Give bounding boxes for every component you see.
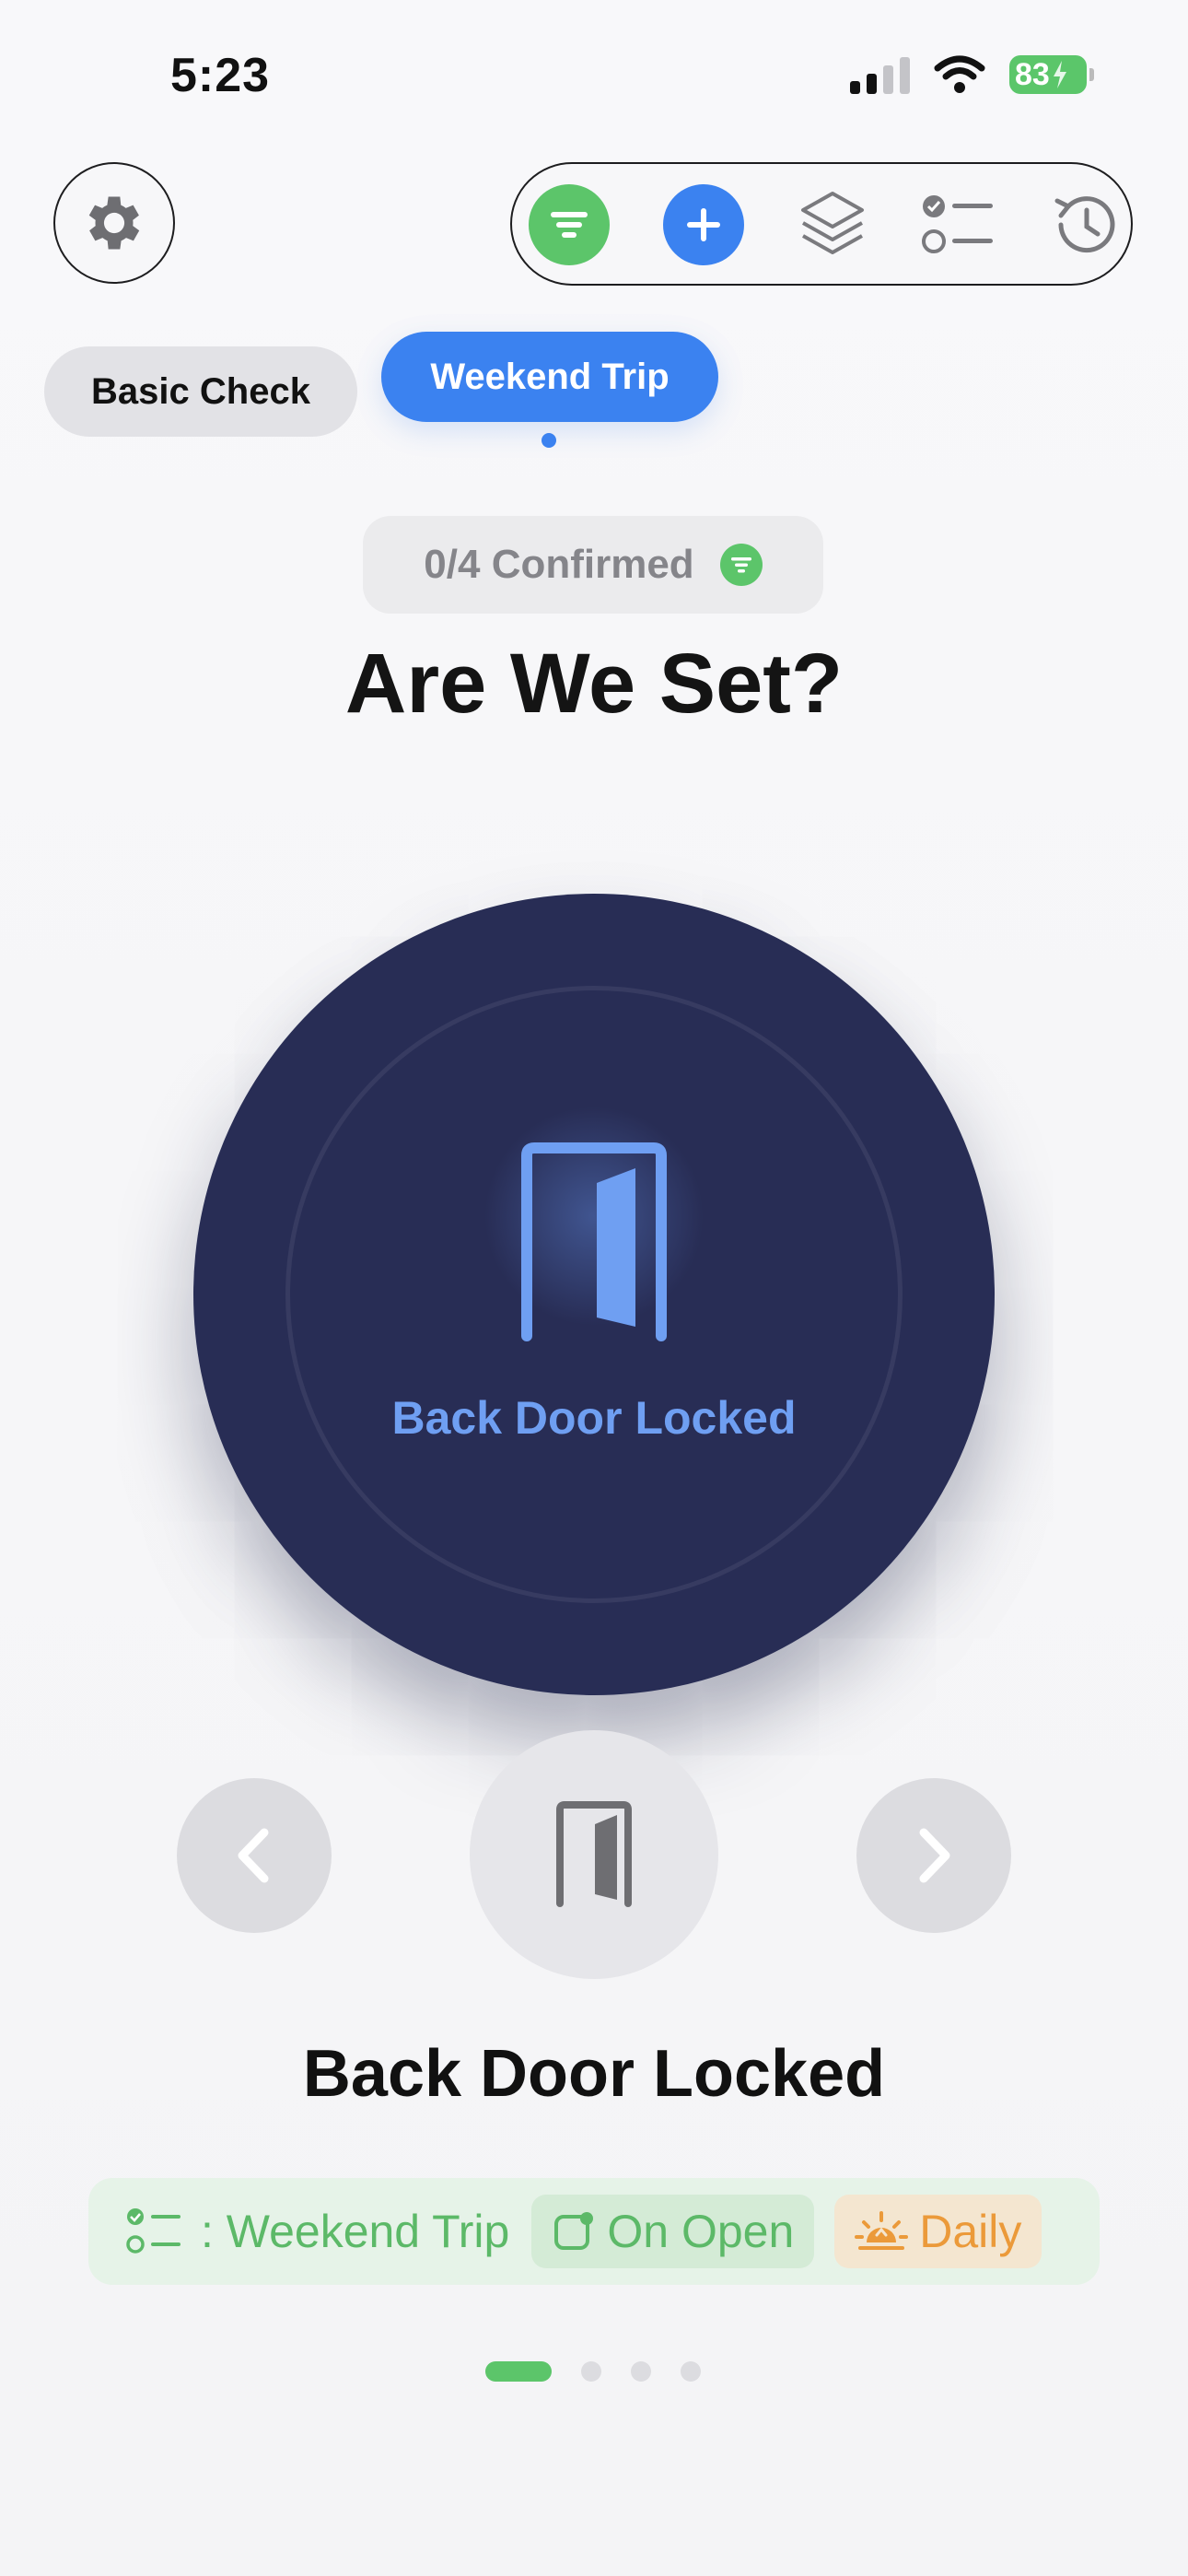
next-button[interactable] [856,1778,1011,1933]
battery-level: 83 [1015,56,1050,92]
battery-icon: 83 [1009,55,1094,94]
item-info-bar: : Weekend Trip On Open Daily [88,2178,1100,2285]
add-button[interactable] [663,184,744,265]
list-name: : Weekend Trip [201,2206,510,2257]
history-icon [1054,196,1115,253]
page-dot[interactable] [631,2361,651,2382]
selected-tab-indicator [542,433,556,448]
page-title: Are We Set? [344,637,844,731]
filter-button[interactable] [529,184,610,265]
door-icon [556,1801,632,1907]
current-item-circle[interactable]: Back Door Locked [193,894,995,1695]
plus-icon [687,208,720,241]
history-button[interactable] [1044,184,1125,265]
chevron-left-icon [238,1828,269,1883]
page-dot-active[interactable] [485,2361,552,2382]
sunrise-icon [855,2211,909,2250]
trigger-label: On Open [607,2206,795,2257]
previous-button[interactable] [177,1778,332,1933]
app-badge-icon [554,2212,594,2250]
charging-bolt-icon [1053,61,1066,88]
layers-button[interactable] [792,184,873,265]
door-icon [521,1142,667,1341]
page-indicator [485,2361,701,2382]
settings-button[interactable] [53,162,175,284]
checklist-icon [125,2206,184,2257]
page-dot[interactable] [681,2361,701,2382]
tab-weekend-trip[interactable]: Weekend Trip [381,332,718,422]
tab-basic-check[interactable]: Basic Check [44,346,357,437]
confirmed-status-pill[interactable]: 0/4 Confirmed [363,516,823,614]
layers-icon [801,192,864,254]
app-screen: 5:23 83 Basic Check Weekend Trip 0/4 Con… [0,0,1188,2576]
schedule-chip[interactable]: Daily [834,2195,1042,2268]
current-item-name: Back Door Locked [302,2037,886,2111]
checklist-button[interactable] [919,184,1000,265]
page-dot[interactable] [581,2361,601,2382]
status-time: 5:23 [170,49,271,102]
trigger-chip[interactable]: On Open [531,2195,815,2268]
gear-icon [88,196,140,250]
wifi-icon [934,55,985,93]
current-item-thumbnail[interactable] [470,1730,718,1979]
checklist-icon [922,195,993,253]
signal-icon [850,55,910,94]
toolbar [510,162,1133,286]
confirmed-count: 0/4 Confirmed [424,542,694,587]
schedule-label: Daily [919,2206,1022,2257]
current-item-label: Back Door Locked [391,1392,797,1444]
status-icons: 83 [850,55,1094,94]
filter-icon [551,212,588,238]
chevron-right-icon [919,1828,950,1883]
filter-icon [719,544,763,586]
